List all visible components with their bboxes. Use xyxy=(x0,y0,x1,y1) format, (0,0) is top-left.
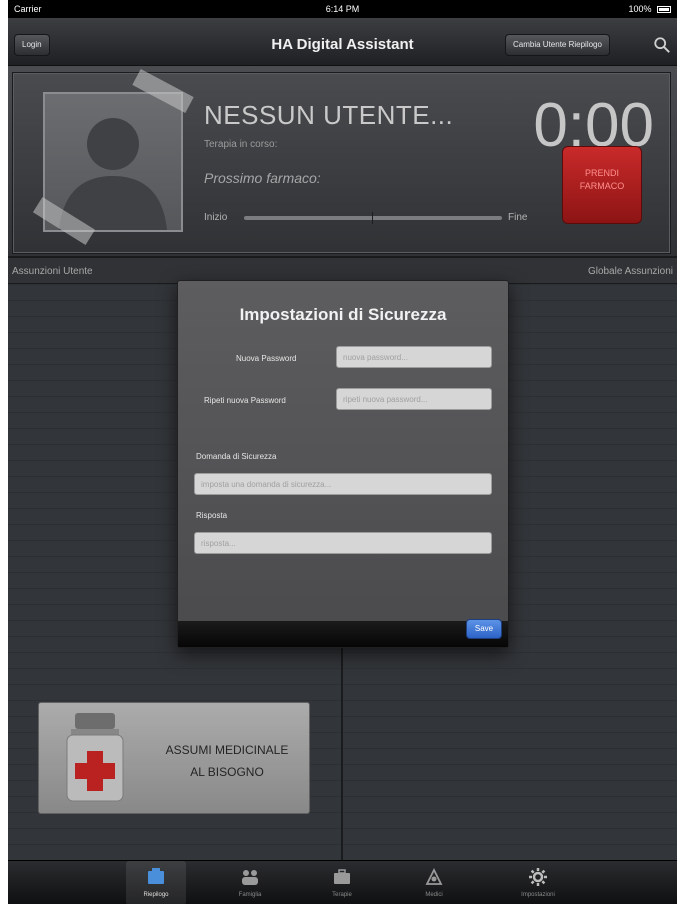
tab-label: Medici xyxy=(425,892,443,898)
therapy-label: Terapia in corso: xyxy=(204,139,278,150)
tab-riepilogo[interactable]: Riepilogo xyxy=(126,861,186,904)
battery-indicator: 100% xyxy=(628,4,671,14)
next-drug-label: Prossimo farmaco: xyxy=(204,170,321,186)
tab-label: Riepilogo xyxy=(143,892,169,898)
security-question-label: Domanda di Sicurezza xyxy=(196,452,277,461)
progress-end-label: Fine xyxy=(508,212,528,223)
battery-icon xyxy=(657,6,671,14)
user-silhouette-icon xyxy=(59,118,167,230)
tab-label: Impostazioni xyxy=(521,892,555,898)
security-settings-dialog: Impostazioni di Sicurezza Nuova Password… xyxy=(177,280,509,648)
tab-famiglia[interactable]: Famiglia xyxy=(220,861,280,904)
battery-percent: 100% xyxy=(628,4,652,14)
tab-bar: Riepilogo Famiglia Terapie Medici Impost… xyxy=(8,860,677,904)
family-icon xyxy=(242,870,258,885)
answer-label: Risposta xyxy=(196,511,228,520)
take-button-label: FARMACO xyxy=(579,181,625,191)
dialog-title: Impostazioni di Sicurezza xyxy=(239,305,447,324)
progress-marker xyxy=(372,212,373,224)
tab-terapie[interactable]: Terapie xyxy=(312,861,372,904)
user-intakes-label: Assunzioni Utente xyxy=(12,266,93,277)
new-password-label: Nuova Password xyxy=(236,354,297,363)
repeat-password-field[interactable] xyxy=(336,388,492,410)
user-header-panel: NESSUN UTENTE... Terapia in corso: Pross… xyxy=(8,66,677,258)
tab-medici[interactable]: Medici xyxy=(404,861,464,904)
security-question-field[interactable] xyxy=(194,473,492,495)
status-time: 6:14 PM xyxy=(325,4,360,14)
search-icon[interactable] xyxy=(653,36,671,54)
global-intakes-label: Globale Assunzioni xyxy=(587,266,673,277)
doctor-icon xyxy=(425,867,443,885)
status-bar: Carrier 6:14 PM 100% xyxy=(8,0,677,18)
take-button-label: PRENDI xyxy=(584,168,619,178)
briefcase-icon xyxy=(334,869,350,884)
repeat-password-label: Ripeti nuova Password xyxy=(204,396,286,405)
tab-label: Terapie xyxy=(332,892,352,898)
summary-icon xyxy=(148,868,164,884)
dialog-footer xyxy=(178,621,508,647)
navigation-bar: Login HA Digital Assistant Cambia Utente… xyxy=(8,18,677,66)
avatar[interactable] xyxy=(32,68,194,246)
gear-icon xyxy=(529,868,547,886)
save-button[interactable]: Save xyxy=(466,619,502,639)
carrier-label: Carrier xyxy=(14,4,42,14)
progress-start-label: Inizio xyxy=(204,212,228,223)
app-window: Carrier 6:14 PM 100% Login HA Digital As… xyxy=(8,0,677,904)
answer-field[interactable] xyxy=(194,532,492,554)
new-password-field[interactable] xyxy=(336,346,492,368)
tab-label: Famiglia xyxy=(238,892,262,898)
user-name: NESSUN UTENTE... xyxy=(204,100,454,130)
therapy-progress-bar xyxy=(244,212,502,224)
take-drug-button[interactable]: PRENDI FARMACO xyxy=(562,146,642,224)
switch-user-button[interactable]: Cambia Utente Riepilogo xyxy=(505,34,610,56)
tab-impostazioni[interactable]: Impostazioni xyxy=(508,861,568,904)
